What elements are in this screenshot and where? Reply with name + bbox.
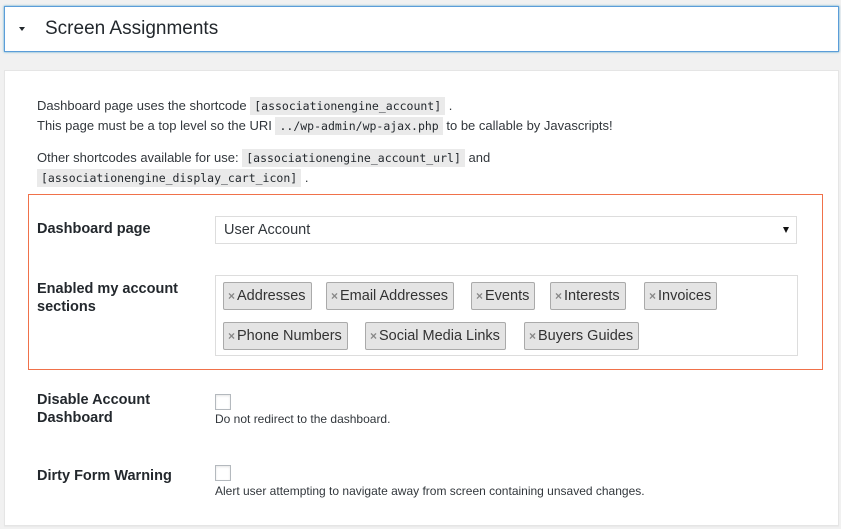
tag-events[interactable]: × Events [471,282,536,310]
disable-dashboard-checkbox[interactable] [215,394,231,410]
remove-tag-icon[interactable]: × [555,289,562,303]
accordion-title: Screen Assignments [45,18,219,39]
tag-email-addresses[interactable]: × Email Addresses [326,282,455,310]
tag-label: Invoices [658,288,712,304]
account-sections-label: Enabled my account sections [37,280,178,316]
remove-tag-icon[interactable]: × [649,289,656,303]
screen-assignments-panel: Dashboard page uses the shortcode [assoc… [4,70,839,526]
tag-label: Addresses [237,288,306,304]
tag-label: Phone Numbers [237,328,342,344]
remove-tag-icon[interactable]: × [476,289,483,303]
description-text: Dashboard page uses the shortcode [37,98,247,113]
description-line-4: [associationengine_display_cart_icon] . [37,168,490,188]
label-line: Disable Account [37,392,151,408]
dropdown-arrow-icon[interactable] [783,227,789,233]
disable-dashboard-help: Do not redirect to the dashboard. [215,412,391,426]
tag-buyers-guides[interactable]: × Buyers Guides [524,322,640,350]
description-text: This page must be a top level so the URI [37,118,272,133]
tag-label: Interests [564,288,620,304]
description-text: . [448,98,453,113]
label-line: Enabled my account [37,281,179,297]
tag-interests[interactable]: × Interests [550,282,626,310]
description-text: and [468,150,491,165]
description-text: Other shortcodes available for use: [37,150,239,165]
uri-code: ../wp-admin/wp-ajax.php [275,117,443,135]
tag-phone-numbers[interactable]: × Phone Numbers [223,322,348,350]
tag-label: Events [485,288,530,304]
label-line: sections [37,299,96,315]
dashboard-page-selected-value: User Account [224,222,311,238]
remove-tag-icon[interactable]: × [228,329,235,343]
description-line-1: Dashboard page uses the shortcode [assoc… [37,96,613,116]
label-line: Dashboard [37,410,113,426]
description-line-2: This page must be a top level so the URI… [37,116,613,136]
account-sections-multiselect[interactable]: × Addresses × Email Addresses × Events × Int… [215,275,798,356]
remove-tag-icon[interactable]: × [331,289,338,303]
remove-tag-icon[interactable]: × [370,329,377,343]
tag-label: Email Addresses [340,288,449,304]
caret-down-icon[interactable] [19,27,25,31]
remove-tag-icon[interactable]: × [529,329,536,343]
dashboard-page-select[interactable]: User Account [215,216,797,244]
shortcode-display-cart-icon: [associationengine_display_cart_icon] [37,169,302,187]
dirty-form-warning-checkbox[interactable] [215,465,231,481]
disable-dashboard-label: Disable Account Dashboard [37,391,150,427]
shortcode-account: [associationengine_account] [250,97,446,115]
dirty-form-warning-label: Dirty Form Warning [37,468,172,484]
other-shortcodes-block: Other shortcodes available for use: [ass… [37,148,490,188]
tag-label: Social Media Links [379,328,500,344]
remove-tag-icon[interactable]: × [228,289,235,303]
description-line-3: Other shortcodes available for use: [ass… [37,148,490,168]
screen-assignments-accordion-header[interactable]: Screen Assignments [4,6,839,52]
description-block: Dashboard page uses the shortcode [assoc… [37,96,613,136]
description-text: to be callable by Javascripts! [446,118,613,133]
dirty-form-warning-help: Alert user attempting to navigate away f… [215,484,645,498]
description-text: . [304,170,309,185]
tag-addresses[interactable]: × Addresses [223,282,312,310]
tag-invoices[interactable]: × Invoices [644,282,718,310]
dashboard-page-label: Dashboard page [37,221,151,237]
shortcode-account-url: [associationengine_account_url] [242,149,465,167]
tag-social-media-links[interactable]: × Social Media Links [365,322,506,350]
tag-label: Buyers Guides [538,328,634,344]
